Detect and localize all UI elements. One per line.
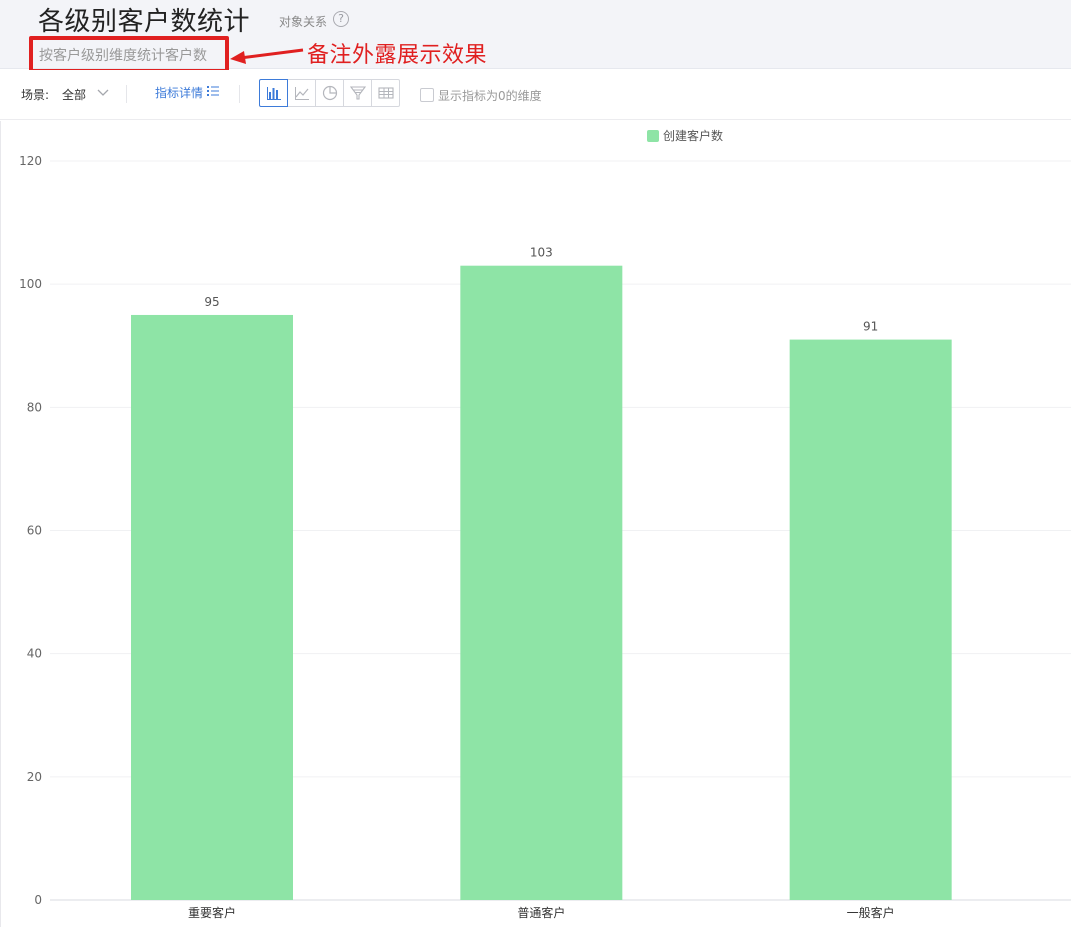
annotation-text: 备注外露展示效果 [307, 43, 488, 68]
help-icon[interactable]: ? [333, 11, 349, 27]
x-tick-label: 普通客户 [517, 905, 565, 920]
scene-select[interactable]: 全部 [62, 86, 86, 103]
y-tick-label: 80 [27, 400, 42, 414]
toolbar-divider [239, 85, 240, 103]
report-description: 按客户级别维度统计客户数 [39, 48, 207, 64]
line-chart-button[interactable] [287, 79, 316, 107]
toolbar-divider [126, 85, 127, 103]
table-icon [377, 87, 394, 99]
bar [460, 265, 623, 900]
x-tick-label: 重要客户 [188, 905, 236, 920]
y-tick-label: 0 [34, 893, 42, 907]
table-view-button[interactable] [371, 79, 400, 107]
bar [131, 314, 293, 900]
list-icon[interactable] [207, 85, 219, 97]
show-zero-label: 显示指标为0的维度 [438, 89, 542, 103]
y-tick-label: 40 [27, 647, 42, 661]
chart-type-switcher [259, 79, 400, 107]
pie-chart-icon [322, 85, 337, 101]
report-page: 各级别客户数统计 对象关系 ? 按客户级别维度统计客户数 备注外露展示效果 场景… [0, 0, 1071, 927]
metric-detail-link[interactable]: 指标详情 [155, 84, 203, 101]
chevron-down-icon[interactable] [96, 87, 110, 97]
y-tick-label: 60 [27, 524, 42, 538]
x-tick-label: 一般客户 [847, 905, 895, 920]
y-tick-label: 20 [27, 770, 42, 784]
y-tick-label: 100 [19, 277, 42, 291]
annotation-arrow-icon [230, 48, 304, 64]
page-title: 各级别客户数统计 [38, 7, 251, 37]
data-label: 95 [204, 295, 219, 309]
bar [789, 339, 952, 900]
show-zero-checkbox[interactable] [420, 88, 434, 102]
legend-label: 创建客户数 [663, 128, 723, 143]
bar-chart: 0 20 40 60 80 100 120 95 重要客户 103 普通客户 91 一般客户 创建客户数 [19, 128, 1071, 920]
legend-swatch [647, 130, 659, 142]
pie-chart-button[interactable] [315, 79, 344, 107]
data-label: 103 [530, 246, 553, 260]
object-relation-link[interactable]: 对象关系 [279, 13, 327, 30]
scene-label: 场景: [21, 88, 50, 102]
funnel-chart-icon [349, 86, 366, 100]
bar-chart-button[interactable] [259, 79, 288, 107]
chart-area: 0 20 40 60 80 100 120 95 重要客户 103 普通客户 91 一般客户 创建客户数 [0, 121, 1071, 927]
line-chart-icon [294, 87, 309, 100]
y-tick-label: 120 [19, 154, 42, 168]
data-label: 91 [863, 320, 878, 334]
bar-chart-icon [266, 87, 281, 100]
funnel-chart-button[interactable] [343, 79, 372, 107]
